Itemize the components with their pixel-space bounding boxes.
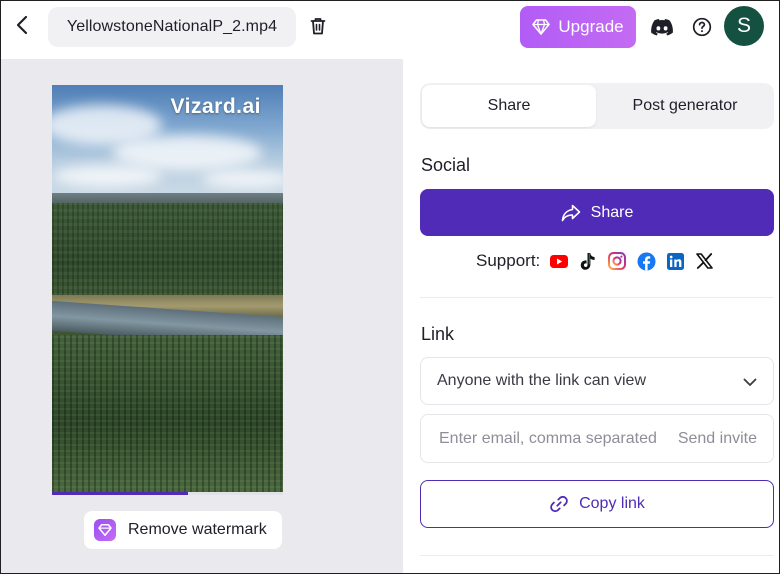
copy-link-button[interactable]: Copy link: [420, 480, 774, 528]
youtube-icon: [549, 251, 569, 271]
support-label: Support:: [476, 251, 541, 270]
linkedin-icon: [665, 251, 685, 271]
app-window: YellowstoneNationalP_2.mp4 Upgrade S Viz…: [0, 0, 780, 574]
send-invite-button[interactable]: Send invite: [678, 430, 757, 448]
share-label: Share: [590, 203, 634, 221]
upgrade-button[interactable]: Upgrade: [520, 6, 636, 48]
user-avatar[interactable]: S: [724, 6, 764, 46]
tiktok-icon: [578, 251, 598, 271]
top-bar: YellowstoneNationalP_2.mp4 Upgrade S: [1, 1, 779, 59]
x-icon: [694, 251, 714, 271]
tab-post-generator[interactable]: Post generator: [598, 85, 772, 127]
file-name[interactable]: YellowstoneNationalP_2.mp4: [48, 7, 296, 47]
link-section-title: Link: [421, 324, 455, 344]
upgrade-label: Upgrade: [558, 17, 624, 36]
share-panel: Share Post generator Social Share Suppor…: [403, 59, 779, 573]
chevron-down-icon: [743, 374, 757, 392]
social-section-title: Social: [421, 155, 471, 175]
diamond-icon: [94, 519, 116, 541]
share-arrow-icon: [561, 204, 581, 222]
tab-share[interactable]: Share: [422, 85, 596, 127]
section-divider: [420, 297, 774, 298]
invite-email-input[interactable]: [422, 416, 662, 461]
supported-platforms: Support:: [476, 249, 714, 273]
section-divider: [420, 555, 774, 556]
help-icon[interactable]: [690, 15, 714, 39]
link-access-value: Anyone with the link can view: [437, 372, 646, 389]
back-arrow-icon[interactable]: [11, 14, 33, 36]
diamond-icon: [532, 19, 551, 35]
trash-icon[interactable]: [307, 15, 329, 37]
facebook-icon: [636, 251, 656, 271]
tab-bar: Share Post generator: [420, 83, 774, 129]
video-preview[interactable]: Vizard.ai: [52, 85, 283, 494]
link-access-select[interactable]: Anyone with the link can view: [420, 357, 774, 405]
playback-progress[interactable]: [52, 492, 283, 495]
video-forest-near: [52, 335, 283, 494]
watermark-text: Vizard.ai: [170, 95, 261, 118]
remove-watermark-button[interactable]: Remove watermark: [84, 511, 282, 549]
remove-watermark-label: Remove watermark: [128, 521, 267, 538]
invite-field: Send invite: [420, 414, 774, 463]
share-button[interactable]: Share: [420, 189, 774, 236]
copy-link-label: Copy link: [579, 495, 645, 512]
discord-icon[interactable]: [649, 14, 675, 40]
preview-panel: Vizard.ai Remove watermark: [1, 59, 403, 573]
video-forest-far: [52, 203, 283, 303]
playback-progress-fill: [52, 492, 189, 495]
link-icon: [549, 494, 569, 514]
instagram-icon: [607, 251, 627, 271]
